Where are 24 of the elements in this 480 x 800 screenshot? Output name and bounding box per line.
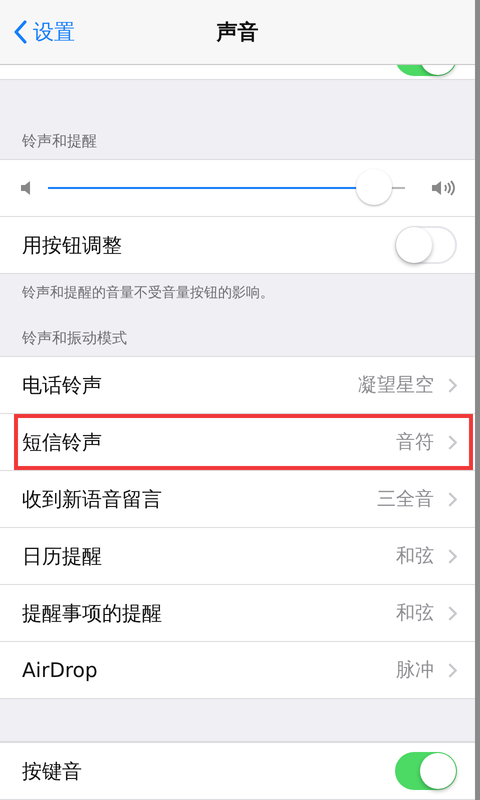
speaker-high-icon (431, 179, 457, 197)
screen-title: 声音 (216, 19, 260, 46)
chevron-icon (448, 434, 457, 450)
settings-row[interactable]: 收到新语音留言 三全音 (0, 471, 475, 528)
section-footer: 铃声和提醒的音量不受音量按钮的影响。 (0, 274, 475, 316)
section-header: 铃声和提醒 (21, 131, 98, 152)
toggle-switch[interactable] (395, 752, 457, 790)
speaker-low-icon (20, 180, 32, 196)
toggle-switch[interactable] (395, 226, 457, 264)
chevron-icon (448, 492, 457, 506)
section-header: 铃声和振动模式 (21, 328, 128, 349)
settings-row[interactable]: AirDrop 脉冲 (0, 642, 475, 699)
back-chevron-icon (13, 20, 27, 44)
chevron-icon (448, 548, 457, 564)
chevron-icon (448, 378, 457, 392)
settings-row[interactable]: 短信铃声 音符 (0, 414, 475, 471)
settings-row[interactable]: 日历提醒 和弦 (0, 528, 475, 585)
settings-row[interactable]: 提醒事项的提醒 和弦 (0, 585, 475, 642)
row-label: 用按钮调整 (22, 232, 123, 258)
row-label: 按键音 (22, 758, 83, 784)
settings-row[interactable]: 电话铃声 凝望星空 (0, 357, 475, 414)
chevron-icon (448, 606, 457, 620)
back-button[interactable]: 设置 (0, 18, 75, 46)
chevron-icon (448, 662, 457, 678)
